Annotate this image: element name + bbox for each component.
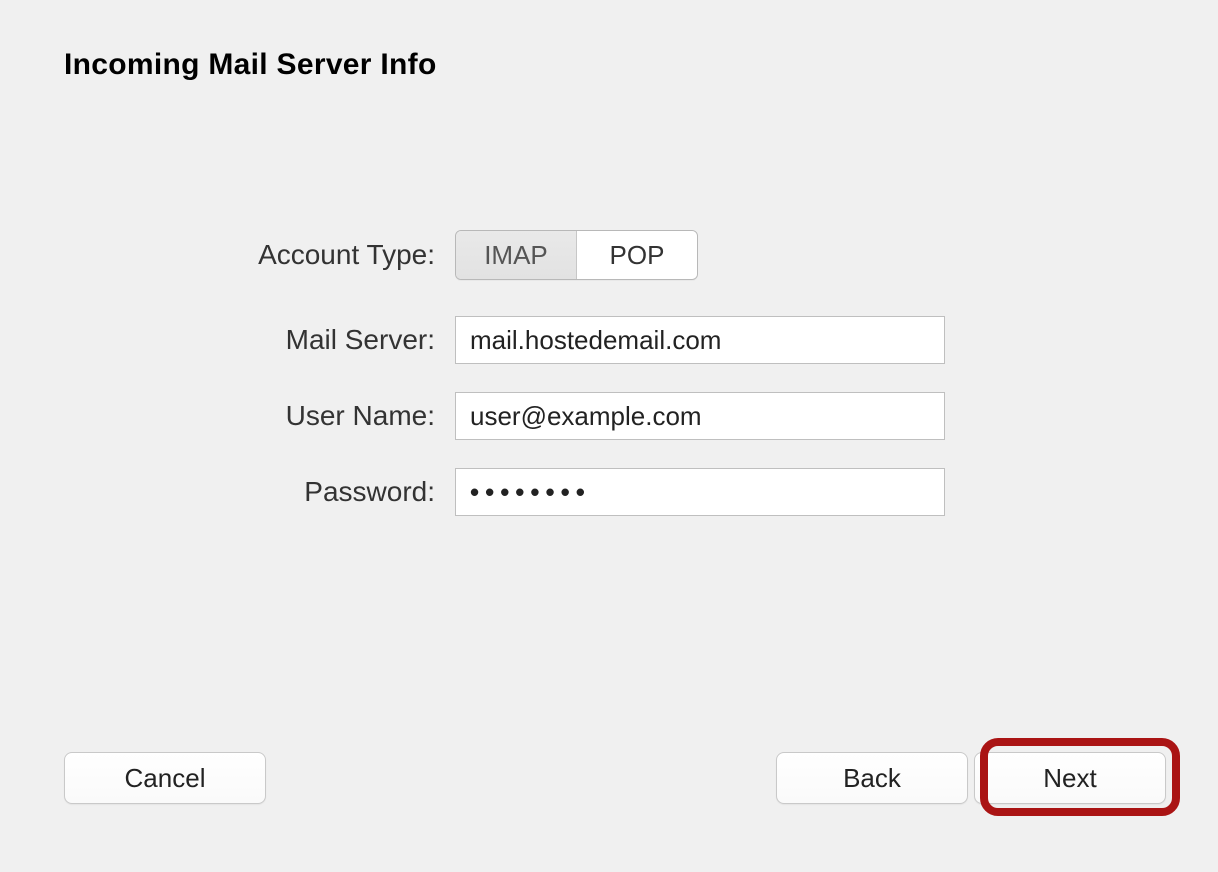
mail-server-label: Mail Server: xyxy=(0,324,455,356)
user-name-row: User Name: xyxy=(0,392,1218,440)
account-type-label: Account Type: xyxy=(0,239,455,271)
back-button[interactable]: Back xyxy=(776,752,968,804)
password-row: Password: xyxy=(0,468,1218,516)
next-button[interactable]: Next xyxy=(974,752,1166,804)
account-type-row: Account Type: IMAP POP xyxy=(0,230,1218,280)
mail-server-input[interactable] xyxy=(455,316,945,364)
mail-server-row: Mail Server: xyxy=(0,316,1218,364)
button-bar: Cancel Back Next xyxy=(0,752,1218,812)
account-type-option-imap[interactable]: IMAP xyxy=(456,231,576,279)
server-info-form: Account Type: IMAP POP Mail Server: User… xyxy=(0,230,1218,544)
dialog-title: Incoming Mail Server Info xyxy=(64,48,437,82)
user-name-label: User Name: xyxy=(0,400,455,432)
cancel-button[interactable]: Cancel xyxy=(64,752,266,804)
password-input[interactable] xyxy=(455,468,945,516)
account-type-option-pop[interactable]: POP xyxy=(576,231,697,279)
password-label: Password: xyxy=(0,476,455,508)
incoming-mail-server-dialog: Incoming Mail Server Info Account Type: … xyxy=(0,0,1218,872)
account-type-segmented: IMAP POP xyxy=(455,230,698,280)
user-name-input[interactable] xyxy=(455,392,945,440)
